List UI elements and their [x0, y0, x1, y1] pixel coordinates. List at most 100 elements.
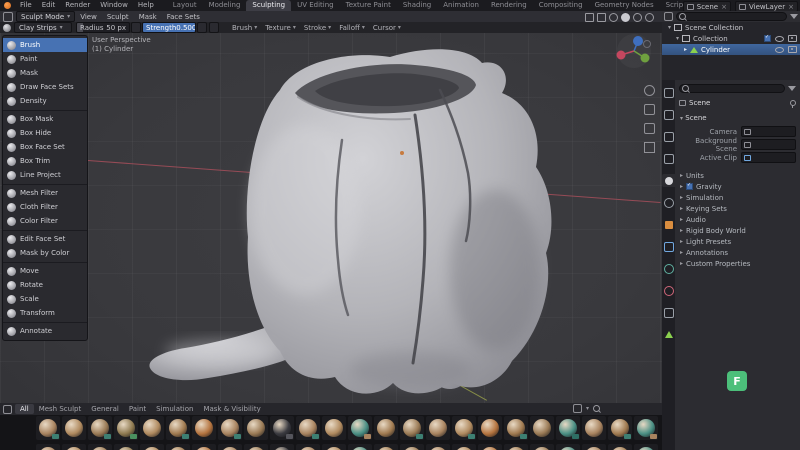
- editor-type-icon[interactable]: [3, 11, 13, 22]
- tool-brush[interactable]: Brush: [3, 38, 87, 52]
- brush-thumbnail[interactable]: [504, 444, 528, 450]
- brush-thumbnail[interactable]: [140, 416, 164, 440]
- disclosure-triangle-icon[interactable]: ▸: [684, 46, 687, 53]
- brush-thumbnail[interactable]: [296, 444, 320, 450]
- filter-icon[interactable]: [790, 14, 798, 19]
- tool-mask-by-color[interactable]: Mask by Color: [3, 246, 87, 260]
- remove-view-layer-icon[interactable]: ×: [788, 3, 794, 11]
- section-light-presets[interactable]: ▸ Light Presets: [675, 236, 800, 247]
- workspace-tab-layout[interactable]: Layout: [167, 0, 203, 11]
- brush-thumbnail[interactable]: [62, 416, 86, 440]
- radius-slider[interactable]: Radius 50 px: [76, 22, 130, 33]
- viewport-menu-sculpt[interactable]: Sculpt: [102, 13, 134, 21]
- chevron-down-icon[interactable]: ▾: [586, 405, 589, 412]
- brush-thumbnail[interactable]: [582, 416, 606, 440]
- brush-thumbnail[interactable]: [426, 416, 450, 440]
- move-view-icon[interactable]: [644, 104, 655, 115]
- sculpt-model[interactable]: [110, 45, 570, 405]
- brush-thumbnail[interactable]: [218, 416, 242, 440]
- solid-shading-icon[interactable]: [621, 13, 630, 22]
- catalog-tab-mesh-sculpt[interactable]: Mesh Sculpt: [34, 404, 87, 414]
- outliner-editor-icon[interactable]: [664, 12, 673, 21]
- brush-thumbnail[interactable]: [166, 416, 190, 440]
- brush-thumbnail[interactable]: [322, 416, 346, 440]
- viewport-menu-face-sets[interactable]: Face Sets: [162, 13, 205, 21]
- tool-mesh-filter[interactable]: Mesh Filter: [3, 184, 87, 200]
- outliner-row-cylinder[interactable]: ▸ Cylinder: [662, 44, 800, 55]
- catalog-tab-simulation[interactable]: Simulation: [151, 404, 198, 414]
- tool-box-trim[interactable]: Box Trim: [3, 154, 87, 168]
- menu-edit[interactable]: Edit: [37, 0, 61, 11]
- brush-thumbnail[interactable]: [478, 416, 502, 440]
- wireframe-shading-icon[interactable]: [609, 13, 618, 22]
- tool-color-filter[interactable]: Color Filter: [3, 214, 87, 228]
- filter-icon[interactable]: [788, 86, 796, 91]
- camera-view-icon[interactable]: [644, 123, 655, 134]
- brush-dropdown[interactable]: Clay Strips ▾: [14, 22, 72, 33]
- brush-thumbnail[interactable]: [608, 444, 632, 450]
- brush-preview-icon[interactable]: [3, 23, 11, 32]
- brush-thumbnail[interactable]: [270, 444, 294, 450]
- brush-thumbnail[interactable]: [244, 416, 268, 440]
- scene-tab[interactable]: [662, 174, 675, 187]
- properties-search-input[interactable]: [679, 84, 785, 93]
- data-tab[interactable]: [662, 328, 675, 341]
- object-tab[interactable]: [662, 218, 675, 231]
- brush-thumbnail[interactable]: [218, 444, 242, 450]
- brush-thumbnail[interactable]: [530, 444, 554, 450]
- brush-thumbnail[interactable]: [62, 444, 86, 450]
- camera-field[interactable]: [741, 126, 796, 137]
- brush-thumbnail[interactable]: [452, 444, 476, 450]
- physics-tab[interactable]: [662, 284, 675, 297]
- tool-draw-face-sets[interactable]: Draw Face Sets: [3, 80, 87, 94]
- catalog-tab-general[interactable]: General: [86, 404, 124, 414]
- brush-thumbnail[interactable]: [504, 416, 528, 440]
- menu-file[interactable]: File: [15, 0, 37, 11]
- tool-box-face-set[interactable]: Box Face Set: [3, 140, 87, 154]
- zoom-icon[interactable]: [644, 85, 655, 96]
- brush-thumbnail[interactable]: [244, 444, 268, 450]
- tool-cloth-filter[interactable]: Cloth Filter: [3, 200, 87, 214]
- brush-thumbnail[interactable]: [88, 444, 112, 450]
- output-tab[interactable]: [662, 130, 675, 143]
- radius-pressure-icon[interactable]: [131, 22, 141, 33]
- viewport-3d[interactable]: User Perspective (1) Cylinder: [0, 33, 662, 450]
- brush-thumbnail[interactable]: [36, 444, 60, 450]
- brush-thumbnail[interactable]: [478, 444, 502, 450]
- scene-section-header[interactable]: ▾ Scene: [675, 107, 800, 122]
- gravity-checkbox[interactable]: [686, 182, 694, 190]
- navigation-gizmo[interactable]: [612, 33, 656, 77]
- tool-box-hide[interactable]: Box Hide: [3, 126, 87, 140]
- snap-magnet-icon[interactable]: [585, 13, 594, 22]
- brush-thumbnail[interactable]: [192, 416, 216, 440]
- background-scene-field[interactable]: [741, 139, 796, 150]
- workspace-tab-animation[interactable]: Animation: [437, 0, 485, 11]
- particles-tab[interactable]: [662, 262, 675, 275]
- catalog-tab-all[interactable]: All: [15, 404, 34, 414]
- brush-thumbnail[interactable]: [608, 416, 632, 440]
- workspace-tab-uv-editing[interactable]: UV Editing: [291, 0, 340, 11]
- workspace-tab-rendering[interactable]: Rendering: [485, 0, 533, 11]
- perspective-toggle-icon[interactable]: [644, 142, 655, 153]
- rendered-shading-icon[interactable]: [645, 13, 654, 22]
- workspace-tab-sculpting[interactable]: Sculpting: [246, 0, 292, 11]
- brush-thumbnail[interactable]: [348, 444, 372, 450]
- display-settings-icon[interactable]: [572, 404, 582, 413]
- tool-paint[interactable]: Paint: [3, 52, 87, 66]
- brush-thumbnail[interactable]: [270, 416, 294, 440]
- popover-texture[interactable]: Texture ▾: [261, 24, 300, 32]
- brush-thumbnail[interactable]: [400, 444, 424, 450]
- workspace-tab-compositing[interactable]: Compositing: [533, 0, 589, 11]
- render-tab[interactable]: [662, 108, 675, 121]
- tool-annotate[interactable]: Annotate: [3, 322, 87, 338]
- active-clip-field[interactable]: [741, 152, 796, 163]
- brush-thumbnail[interactable]: [634, 444, 658, 450]
- popover-cursor[interactable]: Cursor ▾: [369, 24, 405, 32]
- brush-thumbnail[interactable]: [556, 444, 580, 450]
- catalog-tab-mask-visibility[interactable]: Mask & Visibility: [198, 404, 265, 414]
- tool-rotate[interactable]: Rotate: [3, 278, 87, 292]
- brush-thumbnail[interactable]: [374, 444, 398, 450]
- collection-checkbox[interactable]: [764, 34, 771, 42]
- asset-shelf-menu-icon[interactable]: [3, 404, 12, 414]
- disable-render-icon[interactable]: [788, 35, 797, 42]
